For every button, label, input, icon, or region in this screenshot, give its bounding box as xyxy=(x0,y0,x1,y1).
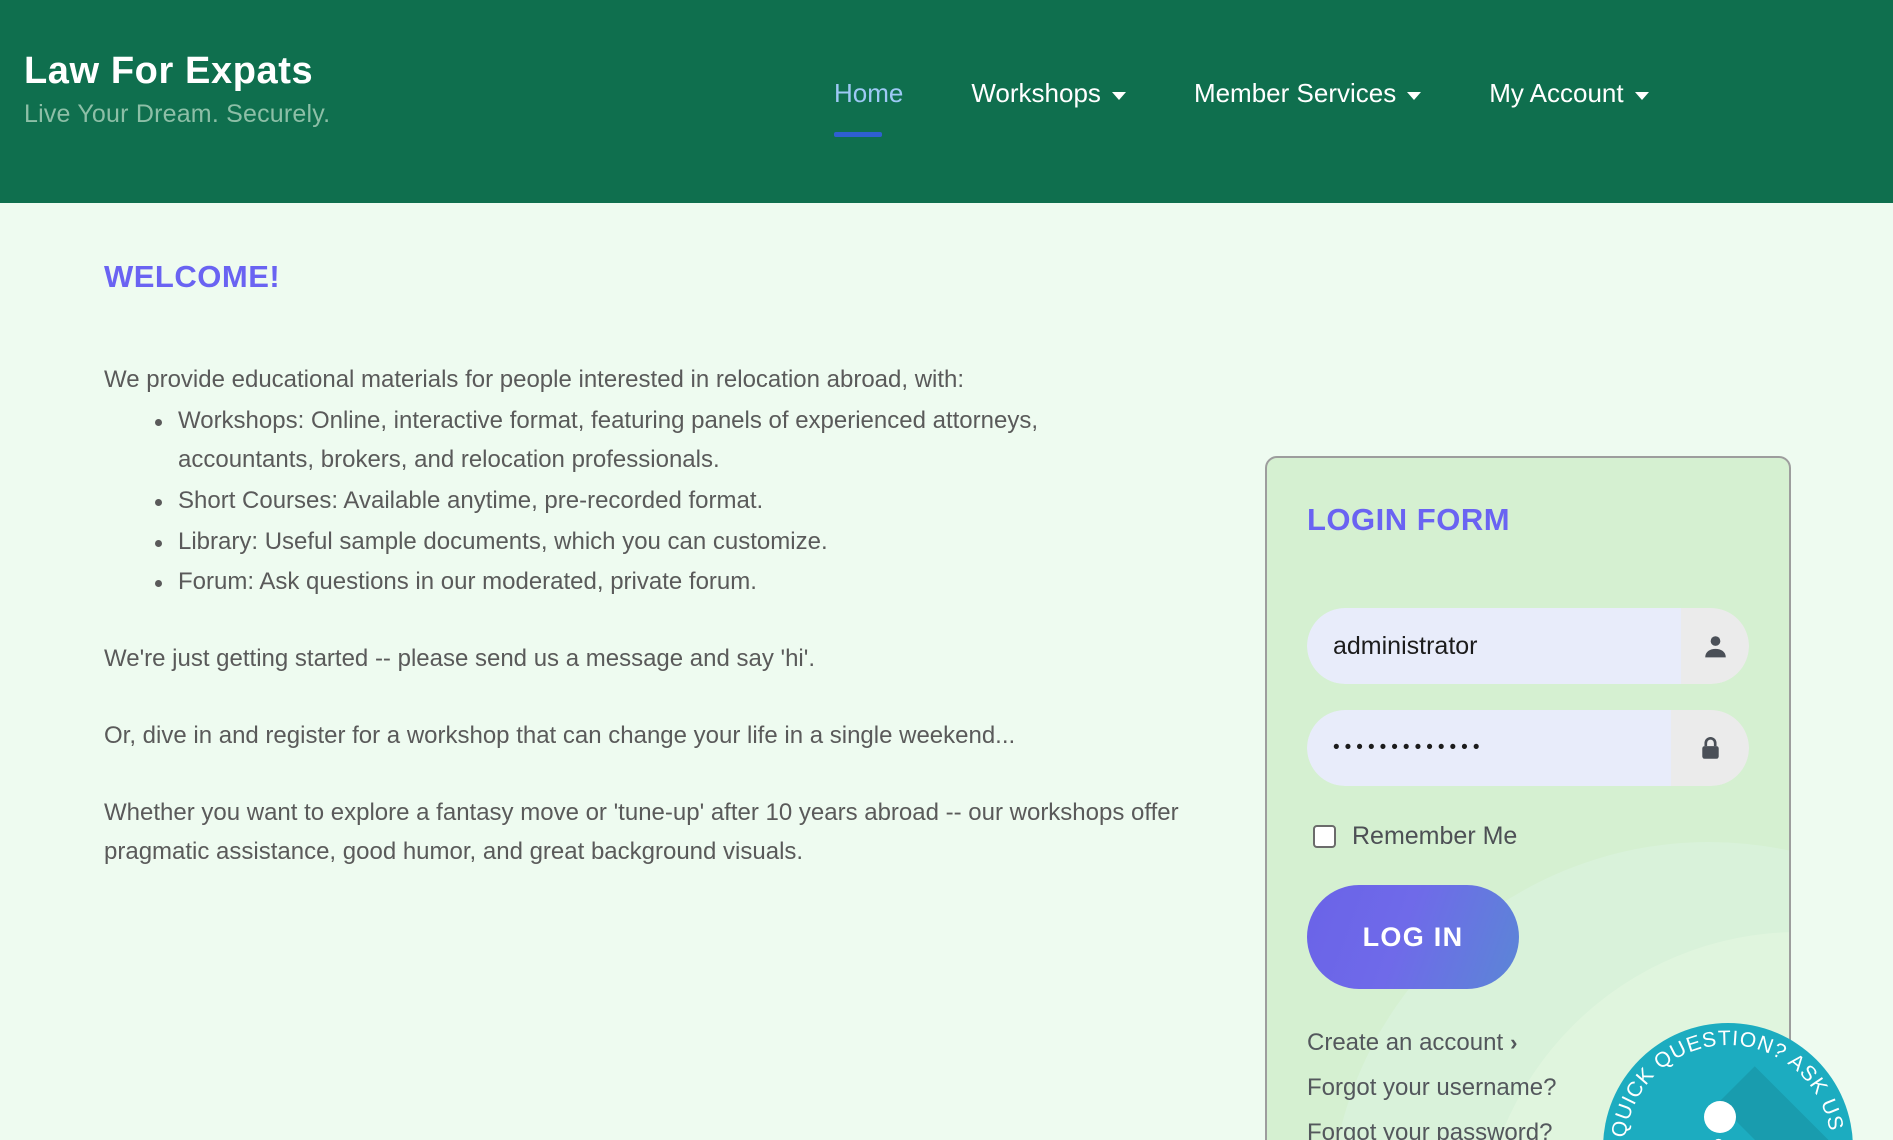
create-account-link[interactable]: Create an account › xyxy=(1307,1029,1517,1057)
list-item: Library: Useful sample documents, which … xyxy=(104,523,1104,562)
ask-us-button[interactable]: i QUICK QUESTION? ASK US xyxy=(1603,1023,1853,1140)
welcome-body: We provide educational materials for peo… xyxy=(104,361,1180,872)
nav-item-my-account[interactable]: My Account xyxy=(1455,78,1682,109)
brand-block[interactable]: Law For Expats Live Your Dream. Securely… xyxy=(0,0,330,129)
nav-active-underline xyxy=(834,132,882,137)
paragraph-workshops-value: Whether you want to explore a fantasy mo… xyxy=(104,799,1179,865)
list-item: Forum: Ask questions in our moderated, p… xyxy=(104,563,1104,602)
remember-me-row[interactable]: Remember Me xyxy=(1313,822,1749,851)
site-header: Law For Expats Live Your Dream. Securely… xyxy=(0,0,1893,203)
username-input[interactable] xyxy=(1307,608,1681,684)
list-item: Short Courses: Available anytime, pre-re… xyxy=(104,482,1104,521)
chevron-down-icon xyxy=(1407,92,1422,100)
feature-list: Workshops: Online, interactive format, f… xyxy=(104,402,1180,602)
chevron-right-icon: › xyxy=(1510,1030,1518,1055)
brand-tagline: Live Your Dream. Securely. xyxy=(24,99,331,128)
page-body: WELCOME! We provide educational material… xyxy=(0,203,1893,1140)
ask-us-arc-label: QUICK QUESTION? ASK US xyxy=(1607,1027,1846,1139)
username-field-group xyxy=(1307,608,1749,684)
svg-text:QUICK QUESTION? ASK US: QUICK QUESTION? ASK US xyxy=(1607,1027,1847,1139)
ask-us-widget: i QUICK QUESTION? ASK US 1 xyxy=(1603,1023,1853,1140)
password-field-group xyxy=(1307,710,1749,786)
brand-title: Law For Expats xyxy=(24,50,314,92)
nav-item-home[interactable]: Home xyxy=(800,78,937,137)
list-item: Workshops: Online, interactive format, f… xyxy=(104,402,1104,480)
welcome-content: WELCOME! We provide educational material… xyxy=(0,203,1180,872)
create-account-label: Create an account xyxy=(1307,1029,1504,1056)
log-in-button[interactable]: LOG IN xyxy=(1307,885,1519,989)
paragraph-register: Or, dive in and register for a workshop … xyxy=(104,722,1016,750)
nav-item-member-services[interactable]: Member Services xyxy=(1160,78,1455,109)
paragraph-getting-started: We're just getting started -- please sen… xyxy=(104,645,816,673)
chevron-down-icon xyxy=(1634,92,1649,100)
nav-label-member-services: Member Services xyxy=(1193,78,1397,108)
main-navigation: Home Workshops Member Services My Accoun… xyxy=(800,78,1683,137)
forgot-password-link[interactable]: Forgot your password? xyxy=(1307,1119,1552,1140)
nav-label-workshops: Workshops xyxy=(971,78,1101,108)
nav-item-workshops[interactable]: Workshops xyxy=(937,78,1160,109)
nav-label-my-account: My Account xyxy=(1489,78,1624,108)
login-form-title: LOGIN FORM xyxy=(1307,502,1511,537)
remember-me-label: Remember Me xyxy=(1352,822,1518,850)
chevron-down-icon xyxy=(1111,92,1126,100)
lock-icon xyxy=(1671,710,1749,786)
remember-me-checkbox[interactable] xyxy=(1313,825,1336,848)
user-icon xyxy=(1681,608,1749,684)
intro-paragraph: We provide educational materials for peo… xyxy=(104,366,965,393)
nav-label-home: Home xyxy=(834,78,904,108)
forgot-username-link[interactable]: Forgot your username? xyxy=(1307,1074,1556,1102)
page-title: WELCOME! xyxy=(104,259,281,294)
password-input[interactable] xyxy=(1307,710,1671,786)
ask-us-arc-text: QUICK QUESTION? ASK US xyxy=(1607,1027,1847,1139)
